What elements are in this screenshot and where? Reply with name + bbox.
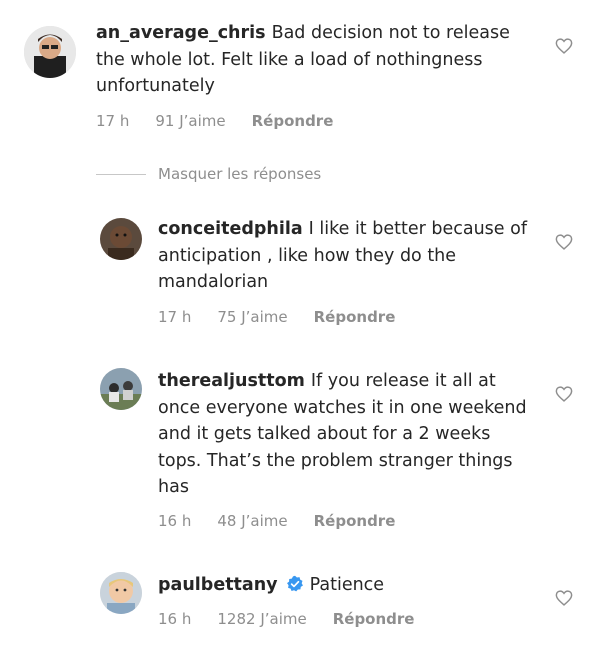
divider-line (96, 173, 146, 175)
comment-meta: 16 h 1282 J’aime Répondre (158, 610, 440, 628)
comment-time[interactable]: 17 h (96, 112, 129, 130)
comment-time[interactable]: 16 h (158, 512, 191, 530)
comment-meta: 17 h 91 J’aime Répondre (96, 112, 359, 130)
comment-likes[interactable]: 91 J’aime (155, 112, 225, 130)
reply-button[interactable]: Répondre (333, 610, 415, 628)
comment-text: paulbettany Patience (158, 572, 538, 599)
like-heart-icon[interactable] (555, 590, 573, 606)
comment-meta: 16 h 48 J’aime Répondre (158, 512, 421, 530)
avatar[interactable] (100, 572, 142, 614)
comment-username[interactable]: therealjusttom (158, 371, 305, 391)
comment-body: Patience (309, 575, 385, 595)
avatar[interactable] (24, 26, 76, 78)
verified-badge-icon (286, 575, 303, 592)
comment-meta: 17 h 75 J’aime Répondre (158, 308, 421, 326)
reply-button[interactable]: Répondre (252, 112, 334, 130)
comment-username[interactable]: paulbettany (158, 575, 278, 595)
avatar-image (100, 218, 142, 260)
comment-username[interactable]: conceitedphila (158, 219, 303, 239)
like-heart-icon[interactable] (555, 386, 573, 402)
comment-likes[interactable]: 75 J’aime (217, 308, 287, 326)
reply-button[interactable]: Répondre (314, 512, 396, 530)
comment-text: therealjusttom If you release it all at o… (158, 368, 538, 501)
avatar-image (24, 26, 76, 78)
avatar-image (100, 572, 142, 614)
like-heart-icon[interactable] (555, 38, 573, 54)
avatar-image (100, 368, 142, 410)
reply-button[interactable]: Répondre (314, 308, 396, 326)
comment-time[interactable]: 17 h (158, 308, 191, 326)
comment-likes[interactable]: 48 J’aime (217, 512, 287, 530)
comment-text: conceitedphila I like it better because o… (158, 216, 538, 296)
comment-time[interactable]: 16 h (158, 610, 191, 628)
like-heart-icon[interactable] (555, 234, 573, 250)
comment-likes[interactable]: 1282 J’aime (217, 610, 306, 628)
comment-username[interactable]: an_average_chris (96, 23, 266, 43)
comment-text: an_average_chris Bad decision not to rele… (96, 20, 536, 100)
hide-replies-toggle[interactable]: Masquer les réponses (96, 164, 321, 184)
avatar[interactable] (100, 368, 142, 410)
avatar[interactable] (100, 218, 142, 260)
hide-replies-label: Masquer les réponses (158, 165, 322, 183)
